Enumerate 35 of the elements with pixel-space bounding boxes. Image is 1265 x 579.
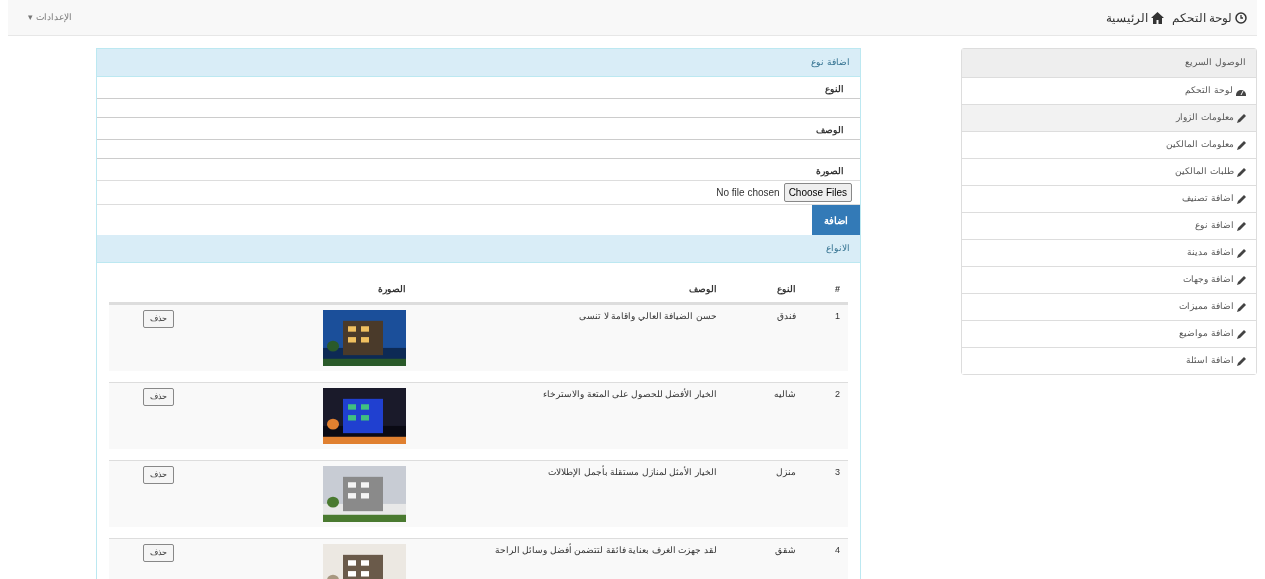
nav-link[interactable]: لوحة التحكم	[1171, 8, 1247, 27]
add-button[interactable]: اضافة	[812, 205, 860, 235]
pencil-icon	[1237, 302, 1246, 312]
sidebar-item[interactable]: معلومات الزوار	[962, 104, 1256, 131]
panel-title: اضافة نوع	[97, 49, 860, 77]
pencil-icon	[1237, 194, 1246, 204]
settings-dropdown[interactable]: الإعدادات ▾	[28, 10, 72, 25]
pencil-icon	[1237, 113, 1246, 123]
input-field[interactable]	[97, 139, 860, 159]
delete-button[interactable]: حذف	[142, 309, 174, 328]
pencil-icon	[1237, 221, 1246, 231]
nav-link[interactable]: الرئيسية	[1105, 8, 1164, 27]
pencil-icon	[1237, 275, 1246, 285]
table-cell: لقد جهزت الغرف بعناية فائقة لتتضمن أفضل وسائل الراحة	[414, 537, 725, 579]
pencil-icon	[1237, 167, 1246, 177]
delete-button[interactable]: حذف	[142, 387, 174, 406]
pencil-icon	[1237, 248, 1246, 258]
panel-title: الانواع	[97, 235, 860, 263]
field-label: الصورة	[815, 165, 845, 179]
table-cell: شقق	[724, 537, 805, 579]
delete-button[interactable]: حذف	[142, 465, 174, 484]
clock-icon	[1235, 11, 1247, 24]
file-status: No file chosen	[716, 186, 780, 200]
input-field[interactable]	[97, 98, 860, 118]
home-icon	[1150, 11, 1164, 24]
delete-button[interactable]: حذف	[142, 543, 174, 562]
choose-files-button[interactable]: Choose Files	[783, 183, 852, 202]
sidebar-title: الوصول السريع	[962, 49, 1256, 77]
field-label: الوصف	[815, 124, 845, 138]
field-label: النوع	[824, 83, 845, 97]
table-cell: 4	[804, 537, 848, 579]
pencil-icon	[1237, 329, 1246, 339]
sidebar-item[interactable]: اضافة اسئلة	[962, 347, 1256, 374]
pencil-icon	[1237, 356, 1246, 366]
pencil-icon	[1237, 140, 1246, 150]
